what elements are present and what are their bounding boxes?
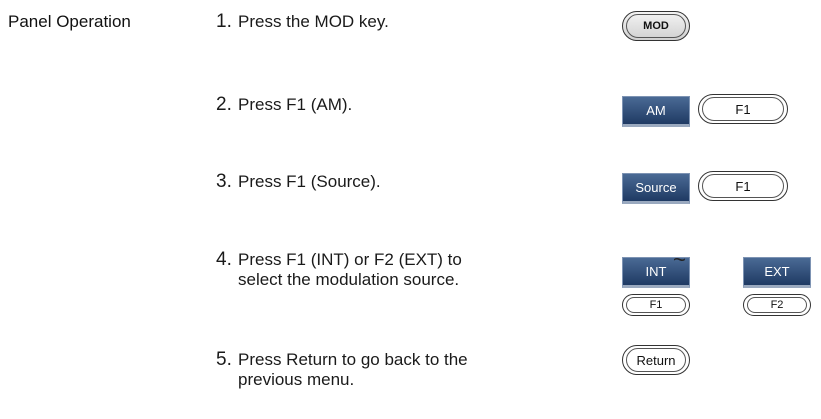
step-text: Press F1 (AM). xyxy=(238,95,353,114)
f2-key[interactable]: F2 xyxy=(743,294,811,316)
mod-key[interactable]: MOD xyxy=(622,11,690,41)
f1-key[interactable]: F1 xyxy=(698,171,788,201)
step-text: Press F1 (INT) or F2 (EXT) to select the… xyxy=(238,250,462,289)
f1-key[interactable]: F1 xyxy=(622,294,690,316)
step-text: Press Return to go back to the previous … xyxy=(238,350,468,389)
step-number: 1. xyxy=(216,11,232,32)
section-label: Panel Operation xyxy=(8,12,131,31)
separator-tilde: ~ xyxy=(673,247,686,272)
step-number: 3. xyxy=(216,171,232,192)
step-text: Press the MOD key. xyxy=(238,12,389,31)
step-number: 2. xyxy=(216,94,232,115)
ext-softkey[interactable]: EXT xyxy=(743,257,811,288)
step-number: 4. xyxy=(216,249,232,270)
step-number: 5. xyxy=(216,349,232,370)
f2-key-label: F2 xyxy=(770,299,784,311)
f1-key-label: F1 xyxy=(735,101,751,117)
f1-key[interactable]: F1 xyxy=(698,94,788,124)
return-key[interactable]: Return xyxy=(622,345,690,375)
step-text: Press F1 (Source). xyxy=(238,172,381,191)
source-softkey[interactable]: Source xyxy=(622,173,690,204)
f1-key-label: F1 xyxy=(735,178,751,194)
am-softkey[interactable]: AM xyxy=(622,96,690,127)
mod-key-label: MOD xyxy=(643,20,669,32)
f1-key-label: F1 xyxy=(649,299,663,311)
return-key-label: Return xyxy=(636,352,676,368)
